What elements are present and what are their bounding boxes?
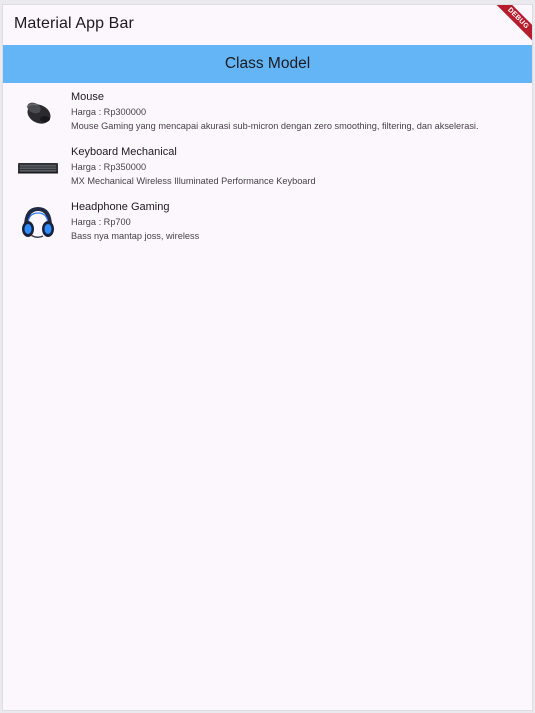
list-item-text: Headphone Gaming Harga : Rp700 Bass nya …	[71, 200, 524, 243]
app-bar: Material App Bar	[3, 5, 532, 45]
keyboard-image	[17, 150, 59, 186]
product-description: MX Mechanical Wireless Illuminated Perfo…	[71, 176, 316, 186]
section-header: Class Model	[3, 45, 532, 83]
product-description: Bass nya mantap joss, wireless	[71, 231, 200, 241]
app-window: Material App Bar DEBUG Class Model Mouse…	[2, 4, 533, 711]
headphone-image	[17, 205, 59, 241]
list-item-text: Keyboard Mechanical Harga : Rp350000 MX …	[71, 145, 524, 188]
product-price: Harga : Rp300000	[71, 107, 147, 117]
list-item-text: Mouse Harga : Rp300000 Mouse Gaming yang…	[71, 90, 524, 133]
mouse-image	[17, 95, 59, 131]
list-item[interactable]: Mouse Harga : Rp300000 Mouse Gaming yang…	[3, 89, 532, 144]
product-list: Mouse Harga : Rp300000 Mouse Gaming yang…	[3, 89, 532, 254]
debug-ribbon-label: DEBUG	[491, 5, 532, 46]
product-price: Harga : Rp350000	[71, 162, 147, 172]
product-name: Keyboard Mechanical	[71, 146, 177, 158]
section-title: Class Model	[224, 55, 311, 72]
debug-banner: DEBUG	[488, 5, 532, 49]
app-bar-title: Material App Bar	[14, 15, 134, 32]
product-price: Harga : Rp700	[71, 217, 131, 227]
product-description: Mouse Gaming yang mencapai akurasi sub-m…	[71, 121, 479, 131]
product-name: Headphone Gaming	[71, 201, 170, 213]
list-item[interactable]: Keyboard Mechanical Harga : Rp350000 MX …	[3, 144, 532, 199]
list-item[interactable]: Headphone Gaming Harga : Rp700 Bass nya …	[3, 199, 532, 254]
product-name: Mouse	[71, 91, 105, 103]
